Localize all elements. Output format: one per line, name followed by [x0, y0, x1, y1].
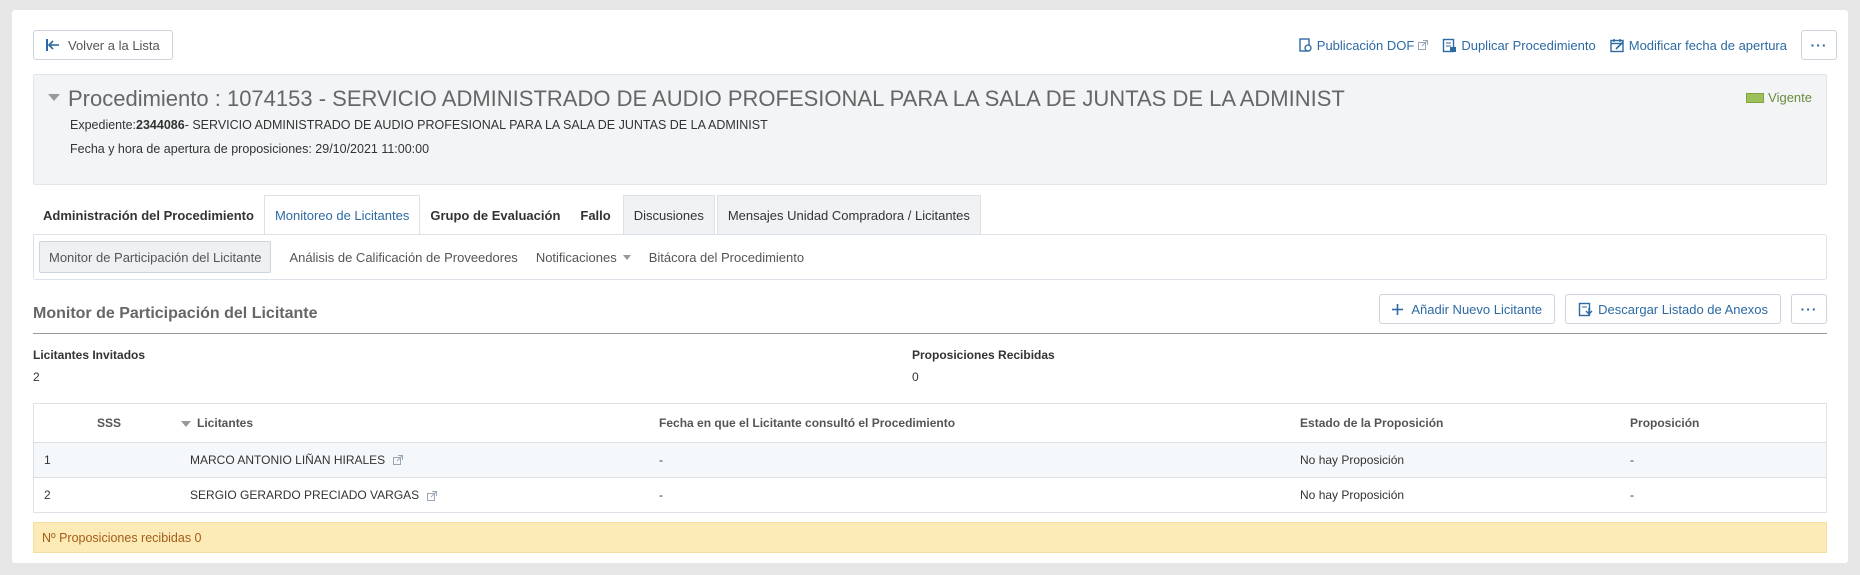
header-fecha-consulta[interactable]: Fecha en que el Licitante consultó el Pr…	[649, 404, 1291, 443]
external-link-icon	[1418, 40, 1429, 50]
expediente-description: - SERVICIO ADMINISTRADO DE AUDIO PROFESI…	[184, 118, 768, 132]
external-link-icon[interactable]	[426, 490, 437, 501]
stat-recibidas: Proposiciones Recibidas 0	[912, 348, 1055, 384]
top-more-button[interactable]: ···	[1801, 30, 1837, 60]
sort-caret-icon	[181, 420, 192, 427]
subnav-notificaciones[interactable]: Notificaciones	[536, 250, 631, 265]
section-actions: Añadir Nuevo Licitante Descargar Listado…	[1379, 294, 1827, 324]
row-number: 1	[34, 442, 132, 478]
main-tabs: Administración del Procedimiento Monitor…	[33, 195, 981, 235]
table-row[interactable]: 2 SERGIO GERARDO PRECIADO VARGAS - No ha…	[34, 477, 1826, 512]
section-more-button[interactable]: ···	[1791, 294, 1827, 324]
header-estado[interactable]: Estado de la Proposición	[1290, 404, 1621, 443]
row-estado: No hay Proposición	[1300, 487, 1405, 502]
collapse-caret-icon[interactable]	[48, 93, 60, 101]
stat-invitados: Licitantes Invitados 2	[33, 348, 145, 384]
table-header-row: SSS Licitantes Fecha en que el Licitante…	[34, 404, 1826, 443]
fecha-apertura-line: Fecha y hora de apertura de proposicione…	[70, 142, 430, 156]
modificar-fecha-label: Modificar fecha de apertura	[1628, 37, 1787, 53]
sub-navigation: Monitor de Participación del Licitante A…	[33, 234, 1827, 280]
table-row[interactable]: 1 MARCO ANTONIO LIÑAN HIRALES - No hay P…	[34, 442, 1826, 478]
status-badge: Vigente	[1746, 90, 1812, 105]
download-anexos-label: Descargar Listado de Anexos	[1598, 301, 1768, 317]
row-licitante[interactable]: SERGIO GERARDO PRECIADO VARGAS	[131, 477, 649, 512]
subnav-monitor[interactable]: Monitor de Participación del Licitante	[39, 241, 272, 273]
tab-fallo[interactable]: Fallo	[570, 195, 620, 235]
expediente-label: Expediente:	[70, 118, 137, 132]
subnav-analisis[interactable]: Análisis de Calificación de Proveedores	[289, 250, 517, 265]
top-actions: Publicación DOF Duplicar Procedimiento M…	[1298, 30, 1837, 60]
plus-icon	[1392, 303, 1404, 315]
row-licitante-name: SERGIO GERARDO PRECIADO VARGAS	[190, 487, 420, 502]
tab-mensajes[interactable]: Mensajes Unidad Compradora / Licitantes	[716, 195, 981, 235]
expediente-line: Expediente:2344086- SERVICIO ADMINISTRAD…	[70, 118, 768, 132]
row-number: 2	[44, 487, 51, 502]
row-fecha: -	[649, 442, 1291, 478]
section-header: Monitor de Participación del Licitante A…	[33, 292, 1827, 334]
add-licitante-label: Añadir Nuevo Licitante	[1411, 301, 1543, 317]
stat-recibidas-label: Proposiciones Recibidas	[912, 348, 1055, 362]
publicacion-dof-label: Publicación DOF	[1316, 37, 1415, 53]
publicacion-dof-link[interactable]: Publicación DOF	[1298, 38, 1429, 53]
section-title: Monitor de Participación del Licitante	[33, 305, 318, 322]
main-card: Volver a la Lista Publicación DOF Duplic…	[12, 10, 1848, 563]
subnav-notificaciones-label: Notificaciones	[535, 249, 617, 265]
top-toolbar: Volver a la Lista Publicación DOF Duplic…	[33, 30, 1837, 60]
row-licitante[interactable]: MARCO ANTONIO LIÑAN HIRALES	[131, 442, 650, 478]
duplicar-procedimiento-link[interactable]: Duplicar Procedimiento	[1442, 37, 1596, 53]
row-licitante-name: MARCO ANTONIO LIÑAN HIRALES	[190, 452, 386, 467]
row-proposicion: -	[1620, 442, 1826, 478]
back-to-list-button[interactable]: Volver a la Lista	[33, 30, 173, 60]
add-licitante-button[interactable]: Añadir Nuevo Licitante	[1379, 294, 1556, 324]
tab-grupo-evaluacion[interactable]: Grupo de Evaluación	[420, 195, 570, 235]
status-label: Vigente	[1768, 90, 1812, 105]
header-licitantes-label: Licitantes	[197, 415, 254, 430]
licitantes-table: SSS Licitantes Fecha en que el Licitante…	[33, 403, 1827, 513]
document-link-icon	[1298, 37, 1313, 53]
status-indicator-icon	[1746, 92, 1765, 103]
header-proposicion[interactable]: Proposición	[1620, 404, 1826, 443]
expediente-number: 2344086	[136, 118, 185, 132]
row-fecha: -	[659, 487, 664, 502]
header-licitantes[interactable]: Licitantes	[131, 404, 650, 443]
subnav-bitacora[interactable]: Bitácora del Procedimiento	[649, 250, 804, 265]
calendar-edit-icon	[1610, 38, 1625, 53]
download-doc-icon	[1578, 302, 1593, 317]
arrow-left-bar-icon	[46, 39, 60, 51]
duplicate-doc-icon	[1442, 38, 1457, 53]
stat-invitados-label: Licitantes Invitados	[33, 348, 146, 362]
procedimiento-panel: Procedimiento : 1074153 - SERVICIO ADMIN…	[33, 74, 1827, 185]
procedimiento-title-text: Procedimiento : 1074153 - SERVICIO ADMIN…	[68, 86, 1345, 111]
procedimiento-title[interactable]: Procedimiento : 1074153 - SERVICIO ADMIN…	[48, 86, 1345, 112]
stat-recibidas-value: 0	[912, 370, 919, 384]
stat-invitados-value: 2	[33, 370, 40, 384]
row-estado: No hay Proposición	[1290, 442, 1621, 478]
chevron-down-icon	[622, 254, 631, 260]
duplicar-procedimiento-label: Duplicar Procedimiento	[1461, 37, 1596, 53]
tab-discusiones[interactable]: Discusiones	[622, 195, 715, 235]
download-anexos-button[interactable]: Descargar Listado de Anexos	[1565, 294, 1781, 324]
back-to-list-label: Volver a la Lista	[68, 37, 160, 53]
tab-administracion[interactable]: Administración del Procedimiento	[33, 195, 264, 235]
external-link-icon[interactable]	[392, 455, 403, 466]
tab-monitoreo[interactable]: Monitoreo de Licitantes	[263, 195, 421, 235]
header-sss[interactable]: SSS	[34, 404, 132, 443]
modificar-fecha-link[interactable]: Modificar fecha de apertura	[1610, 38, 1787, 53]
row-proposicion: -	[1630, 487, 1635, 502]
stats-row: Licitantes Invitados 2 Proposiciones Rec…	[33, 348, 1827, 388]
proposiciones-notice: Nº Proposiciones recibidas 0	[33, 522, 1827, 553]
